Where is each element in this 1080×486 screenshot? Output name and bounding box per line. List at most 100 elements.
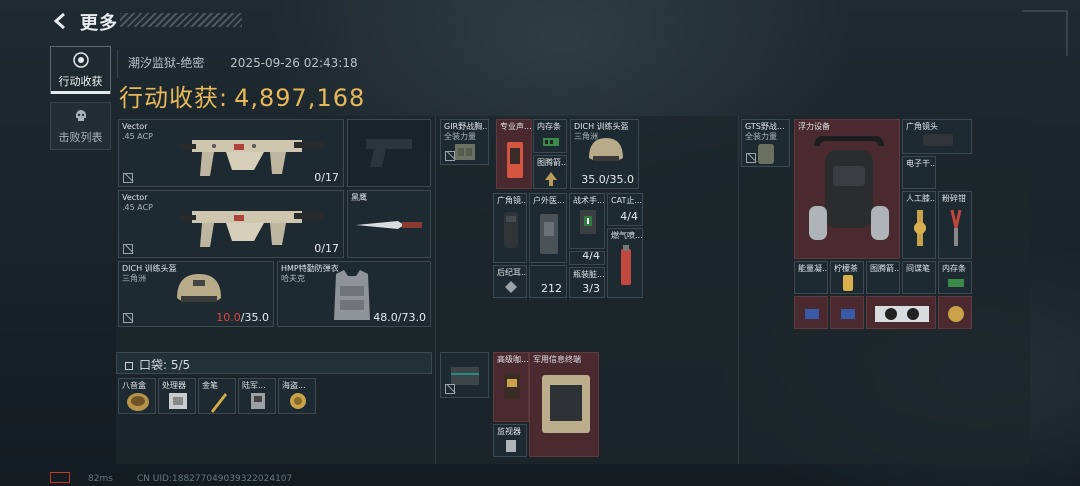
backpack-item[interactable]: 人工膝... [902, 191, 936, 259]
armor-vest-icon [334, 270, 370, 320]
harvest-total: 行动收获: 4,897,168 [119, 78, 365, 113]
pocket-item[interactable]: 处理器 [158, 378, 196, 414]
chest-rig-icon [455, 144, 475, 160]
chest-rig-name: GIR野战胸... [444, 122, 489, 131]
helmet-icon [177, 274, 221, 302]
rig-item[interactable]: CAT止... 4/4 [607, 193, 643, 226]
usb-icon [841, 309, 855, 319]
rig-item[interactable]: 户外医... [529, 193, 567, 263]
backpack-slot[interactable]: GTS野战... 全装力量 [741, 119, 790, 167]
rig-helmet-item[interactable]: DICH 训练头盔 三角洲 35.0/35.0 [570, 119, 639, 189]
item-name: 处理器 [162, 381, 186, 390]
back-button[interactable] [50, 10, 72, 32]
helmet-slot[interactable]: DICH 训练头盔 三角洲 10.0/35.0 [118, 261, 274, 327]
music-box-icon [127, 393, 149, 411]
monitor-icon [506, 440, 516, 452]
rig-item[interactable]: 内存条 [533, 119, 567, 153]
backpack-item[interactable] [830, 296, 864, 329]
armor-faction: 哈夫克 [281, 274, 305, 283]
rig-item[interactable]: 广角镜... [493, 193, 527, 263]
item-name: DICH 训练头盔 [574, 122, 629, 131]
backpack-item[interactable]: 电子干... [902, 156, 936, 189]
backpack-item-large[interactable]: 浮力设备 [794, 119, 900, 259]
knife-icon [356, 221, 422, 229]
backpack-item[interactable]: 内存条 [938, 261, 972, 294]
item-name: 浮力设备 [798, 122, 830, 131]
rig-item[interactable]: 瓶装脏... 3/3 [569, 267, 605, 298]
secondary-weapon-slot[interactable]: Vector .45 ACP 0/17 [118, 190, 344, 258]
processor-icon [169, 393, 187, 409]
primary-weapon-slot[interactable]: Vector .45 ACP 0/17 [118, 119, 344, 187]
rig-item[interactable]: 4/4 [569, 251, 605, 265]
rig-item[interactable]: 图腾箭... [533, 155, 567, 189]
torch-icon [621, 245, 631, 285]
pistol-slot[interactable] [347, 119, 431, 187]
tab-kill-list[interactable]: 击败列表 [50, 102, 111, 150]
item-name: 内存条 [942, 264, 966, 273]
tab-harvest[interactable]: 行动收获 [50, 46, 111, 94]
rig-item[interactable]: 212 [529, 265, 567, 298]
backpack-icon [758, 144, 774, 164]
armor-slot[interactable]: HMP特勤防弹衣 哈夫克 48.0/73.0 [277, 261, 431, 327]
pocket-item[interactable]: 金笔 [198, 378, 236, 414]
pocket-item[interactable]: 海盗... [278, 378, 316, 414]
footer-status: 82ms CN UID:188277049039322024107 [50, 472, 316, 484]
rig-item[interactable]: 专业声... [496, 119, 532, 189]
backpack-item[interactable] [794, 296, 828, 329]
pocket-item[interactable]: 八音盒 [118, 378, 156, 414]
ram-icon [948, 279, 964, 287]
lens-icon [504, 212, 518, 248]
item-name: 间谍笔 [906, 264, 930, 273]
safe-item[interactable]: 监视器 [493, 424, 527, 457]
chest-rig-slot[interactable]: GIR野战胸... 全装力量 [440, 119, 489, 165]
helmet-icon [589, 138, 623, 161]
ram-icon [543, 138, 559, 146]
item-name: 广角镜... [497, 196, 527, 205]
coin-icon [290, 393, 306, 409]
backpack-item[interactable] [866, 296, 936, 329]
coffee-icon [504, 373, 520, 399]
smg-icon [180, 211, 324, 247]
rig-item[interactable]: 燃气喷... [607, 228, 643, 298]
signal-icon [50, 472, 70, 483]
item-name: 瓶装脏... [573, 270, 605, 279]
backpack-item[interactable] [938, 296, 972, 329]
safe-item[interactable]: 高级咖... [493, 352, 529, 422]
backpack-item[interactable]: 广角镜头 [902, 119, 972, 154]
pocket-item[interactable]: 陆军... [238, 378, 276, 414]
item-name: 户外医... [533, 196, 565, 205]
rig-item[interactable]: 后纪耳... [493, 265, 527, 298]
can-icon [843, 275, 853, 291]
helmet-name: DICH 训练头盔 [122, 264, 177, 273]
backpack-item[interactable]: 图腾箭... [866, 261, 900, 294]
backpack-item[interactable]: 粉碎钳 [938, 191, 972, 259]
item-name: 专业声... [500, 122, 532, 131]
match-timestamp: 2025-09-26 02:43:18 [230, 56, 358, 70]
item-name: 战术手... [573, 196, 605, 205]
gold-chip-icon [948, 306, 964, 322]
user-uid: CN UID:188277049039322024107 [136, 474, 293, 484]
ammo-count: 0/17 [314, 171, 339, 184]
backpack-item[interactable]: 柠檬茶 [830, 261, 864, 294]
lock-icon [445, 384, 455, 394]
item-count: 4/4 [582, 251, 600, 262]
safe-item[interactable]: 军用信息终端 [529, 352, 599, 457]
terminal-icon [542, 375, 590, 433]
armor-durability: 48.0/73.0 [373, 311, 426, 324]
melee-slot[interactable]: 黑鹰 [347, 190, 431, 258]
earring-icon [505, 281, 517, 293]
rig-item[interactable]: 战术手... [569, 193, 605, 249]
page-title: 更多 [80, 13, 118, 34]
backpack-item[interactable]: 能量凝... [794, 261, 828, 294]
corner-decoration [1022, 10, 1068, 56]
item-name: 图腾箭... [537, 158, 567, 167]
item-name: 后纪耳... [497, 268, 527, 277]
flashlight-icon [580, 210, 596, 234]
header-divider [117, 50, 118, 78]
item-count: 3/3 [582, 282, 600, 295]
item-name: 图腾箭... [870, 264, 900, 273]
safe-box-slot[interactable] [440, 352, 489, 398]
harvest-value: 4,897,168 [234, 84, 366, 112]
backpack-item[interactable]: 间谍笔 [902, 261, 936, 294]
lens-icon [923, 134, 953, 146]
